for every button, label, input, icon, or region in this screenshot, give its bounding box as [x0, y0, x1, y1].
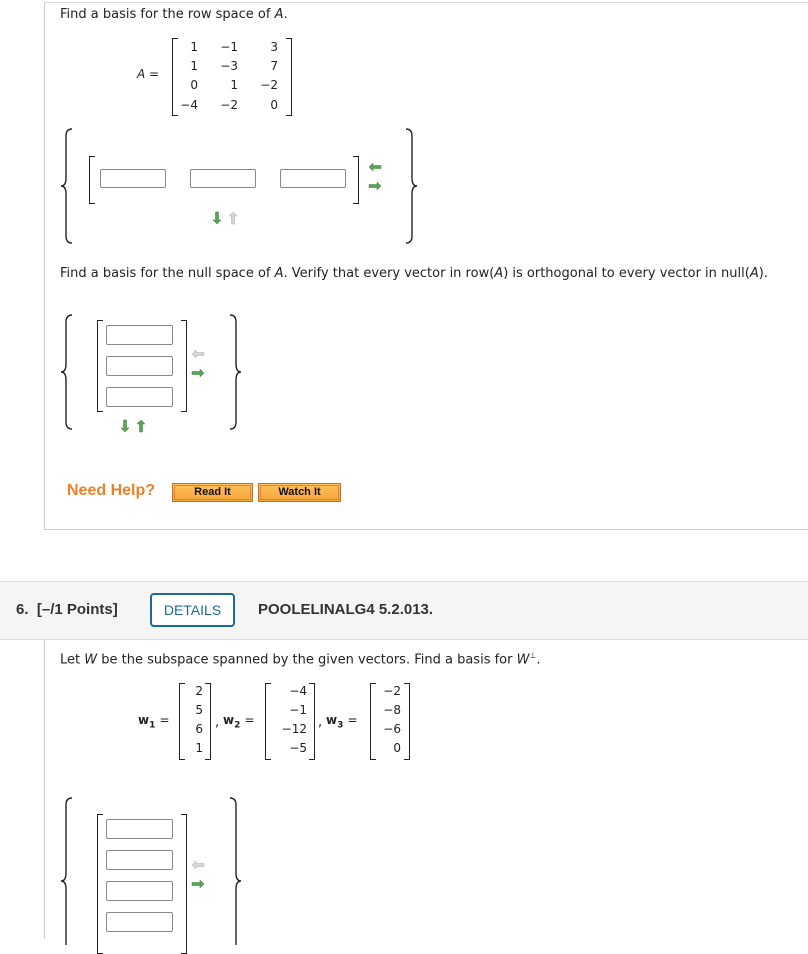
prompt-text: Find a basis for the null space of: [60, 266, 275, 281]
matrix-cell: −3: [220, 59, 238, 73]
vector-entry: 2: [195, 684, 203, 698]
null-basis-input-2[interactable]: [106, 356, 173, 376]
arrow-up-icon[interactable]: [134, 419, 148, 433]
bracket-right: [181, 320, 187, 412]
prompt-text: .: [536, 652, 541, 668]
prompt-text: ).: [758, 266, 768, 281]
perp-basis-input-3[interactable]: [106, 881, 173, 901]
bracket-left: [97, 320, 103, 412]
vector-entry: 0: [393, 741, 401, 755]
brace-right: [229, 314, 242, 430]
matrix-cell: −4: [180, 98, 198, 112]
matrix-cell: −2: [220, 98, 238, 112]
vector-entry: −5: [289, 741, 307, 755]
matrix-cell: 1: [190, 40, 198, 54]
perp-basis-input-4[interactable]: [106, 912, 173, 932]
vector-entry: 6: [195, 722, 203, 736]
matrix-label: A =: [137, 67, 160, 81]
brace-left: [60, 797, 73, 945]
perp-basis-input-1[interactable]: [106, 819, 173, 839]
brace-right: [229, 797, 242, 945]
prompt-text: Let: [60, 652, 85, 668]
question-reference: POOLELINALG4 5.2.013.: [258, 601, 434, 618]
prompt-var: A: [274, 266, 284, 281]
details-button[interactable]: DETAILS: [150, 593, 235, 627]
prompt-var: W: [516, 652, 530, 668]
null-basis-input-1[interactable]: [106, 325, 173, 345]
arrow-down-icon[interactable]: [210, 211, 224, 225]
watch-it-button[interactable]: Watch It: [258, 483, 341, 502]
subspace-prompt: Let W be the subspace spanned by the giv…: [60, 651, 541, 667]
matrix-cell: 1: [190, 59, 198, 73]
arrow-left-icon[interactable]: [191, 347, 205, 361]
comma: ,: [215, 715, 220, 730]
arrow-right-icon[interactable]: [368, 179, 382, 193]
bracket-right: [353, 156, 359, 204]
vector-entry: −8: [383, 703, 401, 717]
vector-entry: −4: [289, 684, 307, 698]
arrow-right-icon[interactable]: [191, 366, 205, 380]
prompt-text: Find a basis for the row space of: [60, 7, 275, 22]
matrix-cell: 0: [190, 78, 198, 92]
row-basis-input-1[interactable]: [100, 169, 166, 188]
vector-w2: −4 −1 −12 −5: [265, 683, 315, 760]
matrix-cell: 3: [270, 40, 278, 54]
vector-w1: 2 5 6 1: [179, 683, 211, 760]
vector-entry: 5: [195, 703, 203, 717]
brace-right: [405, 128, 418, 244]
arrow-up-icon[interactable]: [226, 211, 240, 225]
vector-entry: −1: [289, 703, 307, 717]
arrow-down-icon[interactable]: [118, 419, 132, 433]
matrix-cell: 1: [230, 78, 238, 92]
prompt-text: ) is orthogonal to every vector in null(: [503, 266, 750, 281]
arrow-right-icon[interactable]: [191, 877, 205, 891]
points-label: [–/1 Points]: [36, 601, 118, 618]
brace-left: [60, 314, 73, 430]
watch-it-label: Watch It: [260, 485, 339, 500]
matrix-cell: −2: [260, 78, 278, 92]
vector-entry: −6: [383, 722, 401, 736]
prompt-var: A: [494, 266, 504, 281]
vector-w1-label: w1 =: [138, 713, 170, 731]
prompt-text: .: [283, 7, 288, 22]
vector-entry: 1: [195, 741, 203, 755]
row-basis-input-2[interactable]: [190, 169, 256, 188]
vector-entry: −2: [383, 684, 401, 698]
vector-entry: −12: [281, 722, 307, 736]
vector-w2-label: w2 =: [223, 713, 255, 731]
prompt-var: A: [749, 266, 759, 281]
matrix-a: 1 −1 3 1 −3 7 0 1 −2 −4 −2 0: [172, 38, 292, 116]
read-it-label: Read It: [174, 485, 251, 500]
read-it-button[interactable]: Read It: [172, 483, 253, 502]
prompt-var: W: [84, 652, 98, 668]
question-6-header: 6. [–/1 Points] DETAILS POOLELINALG4 5.2…: [0, 581, 808, 640]
perp-basis-input-2[interactable]: [106, 850, 173, 870]
arrow-left-icon[interactable]: [368, 160, 382, 174]
prompt-text: . Verify that every vector in row(: [283, 266, 495, 281]
null-basis-input-3[interactable]: [106, 387, 173, 407]
need-help-label: Need Help?: [67, 482, 156, 499]
arrow-left-icon[interactable]: [191, 858, 205, 872]
bracket-left: [89, 156, 95, 204]
vector-w3-label: w3 =: [326, 713, 358, 731]
bracket-right: [286, 38, 292, 116]
prompt-text: be the subspace spanned by the given vec…: [97, 652, 517, 668]
row-basis-input-3[interactable]: [280, 169, 346, 188]
brace-left: [60, 128, 73, 244]
matrix-cell: −1: [220, 40, 238, 54]
matrix-cell: 7: [270, 59, 278, 73]
question-number: 6. [–/1 Points]: [16, 601, 118, 618]
row-space-prompt: Find a basis for the row space of A.: [60, 7, 288, 22]
null-space-prompt: Find a basis for the null space of A. Ve…: [60, 266, 768, 281]
comma: ,: [318, 715, 323, 730]
matrix-cell: 0: [270, 98, 278, 112]
vector-w3: −2 −8 −6 0: [370, 683, 410, 760]
